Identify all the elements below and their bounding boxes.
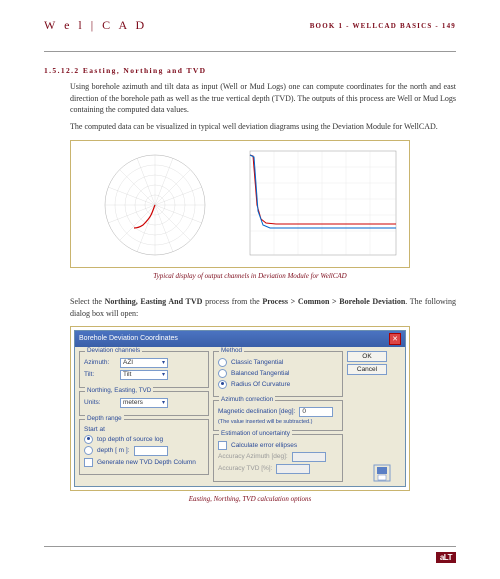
close-icon[interactable]: ✕ (389, 333, 401, 345)
radio-top-depth-label: top depth of source log (97, 436, 163, 443)
accuracy-tvd-input[interactable] (276, 464, 310, 474)
method-2-label: Balanced Tangential (231, 370, 289, 377)
dialog-figure: Borehole Deviation Coordinates ✕ Deviati… (70, 326, 410, 491)
footer-rule (44, 546, 456, 547)
group-label: Depth range (85, 415, 124, 422)
accuracy-tvd-label: Accuracy TVD [%]: (218, 465, 272, 472)
radio-radius-curvature[interactable] (218, 380, 227, 389)
group-label: Northing, Easting, TVD (85, 387, 153, 394)
azimuth-label: Azimuth: (84, 359, 116, 366)
depth-input[interactable] (134, 446, 168, 456)
section-heading: 1.5.12.2 Easting, Northing and TVD (44, 66, 456, 75)
dialog-title: Borehole Deviation Coordinates (79, 335, 178, 342)
group-method: Method Classic Tangential Balanced Tange… (213, 351, 343, 397)
group-depth-range: Depth range Start at top depth of source… (79, 419, 209, 475)
figure-2-caption: Easting, Northing, TVD calculation optio… (44, 495, 456, 503)
footer-logo: aLT (436, 552, 456, 563)
checkbox-generate-tvd-label: Generate new TVD Depth Column (97, 459, 196, 466)
page-header: BOOK 1 - WELLCAD BASICS - 149 (310, 22, 456, 30)
paragraph-3: Select the Northing, Easting And TVD pro… (70, 296, 456, 319)
cancel-button[interactable]: Cancel (347, 364, 387, 375)
group-label: Method (219, 347, 244, 354)
radio-depth-label: depth [ m ]: (97, 447, 130, 454)
method-3-label: Radius Of Curvature (231, 381, 290, 388)
group-uncertainty: Estimation of uncertainty Calculate erro… (213, 434, 343, 482)
checkbox-generate-tvd[interactable] (84, 458, 93, 467)
group-label: Estimation of uncertainty (219, 430, 292, 437)
figure-1-caption: Typical display of output channels in De… (44, 272, 456, 280)
units-label: Units: (84, 399, 116, 406)
method-1-label: Classic Tangential (231, 359, 283, 366)
tilt-label: Tilt: (84, 371, 116, 378)
units-select[interactable]: meters (120, 398, 168, 408)
accuracy-azimuth-label: Accuracy Azimuth [deg]: (218, 453, 288, 460)
radio-balanced-tangential[interactable] (218, 369, 227, 378)
figure-deviation-plots (70, 140, 410, 268)
radio-classic-tangential[interactable] (218, 358, 227, 367)
group-net: Northing, Easting, TVD Units: meters (79, 391, 209, 416)
header-rule (44, 51, 456, 52)
dialog-titlebar: Borehole Deviation Coordinates ✕ (75, 331, 405, 347)
group-label: Deviation channels (85, 347, 142, 354)
radio-depth[interactable] (84, 446, 93, 455)
checkbox-error-ellipses-label: Calculate error ellipses (231, 442, 297, 449)
azimuth-select[interactable]: AZI (120, 358, 168, 368)
tilt-select[interactable]: Tilt (120, 370, 168, 380)
save-icon[interactable] (373, 464, 391, 482)
checkbox-error-ellipses[interactable] (218, 441, 227, 450)
paragraph-1: Using borehole azimuth and tilt data as … (70, 81, 456, 116)
magnetic-decl-label: Magnetic declination [deg]: (218, 408, 295, 415)
group-label: Azimuth correction (219, 396, 275, 403)
line-plot (236, 145, 401, 263)
magnetic-decl-input[interactable]: 0 (299, 407, 333, 417)
radio-top-depth[interactable] (84, 435, 93, 444)
logo: W e l | C A D (44, 18, 147, 33)
magnetic-decl-note: (The value inserted will be subtracted.) (218, 419, 338, 425)
start-at-label: Start at (84, 426, 116, 433)
accuracy-azimuth-input[interactable] (292, 452, 326, 462)
ok-button[interactable]: OK (347, 351, 387, 362)
group-azimuth-correction: Azimuth correction Magnetic declination … (213, 400, 343, 431)
group-deviation-channels: Deviation channels Azimuth: AZI Tilt: Ti… (79, 351, 209, 388)
borehole-deviation-dialog: Borehole Deviation Coordinates ✕ Deviati… (74, 330, 406, 487)
polar-plot (80, 145, 230, 263)
paragraph-2: The computed data can be visualized in t… (70, 121, 456, 133)
